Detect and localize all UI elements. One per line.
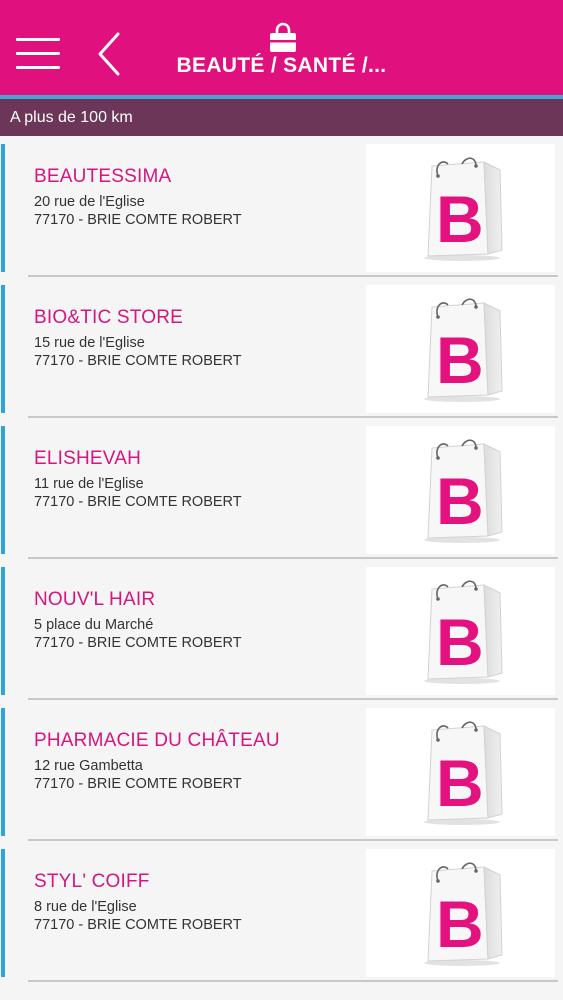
store-info[interactable]: BIO&TIC STORE 15 rue de l'Eglise 77170 -… xyxy=(28,285,360,413)
shopping-bag-logo-icon: B xyxy=(424,439,503,543)
store-list-item[interactable]: PHARMACIE DU CHÂTEAU 12 rue Gambetta 771… xyxy=(0,706,563,847)
store-name: NOUV'L HAIR xyxy=(34,589,156,610)
store-city: 77170 - BRIE COMTE ROBERT xyxy=(34,776,242,792)
item-divider xyxy=(28,557,558,559)
store-logo-letter: B xyxy=(436,746,484,820)
store-logo-thumbnail[interactable]: B xyxy=(366,849,555,977)
item-divider xyxy=(28,980,558,982)
store-list: BEAUTESSIMA 20 rue de l'Eglise 77170 - B… xyxy=(0,142,563,988)
store-street: 15 rue de l'Eglise xyxy=(34,335,145,351)
app-screen: BEAUTÉ / SANTÉ /... A plus de 100 km BEA… xyxy=(0,0,563,1000)
store-logo-thumbnail[interactable]: B xyxy=(366,144,555,272)
store-city: 77170 - BRIE COMTE ROBERT xyxy=(34,212,242,228)
item-accent-bar xyxy=(1,426,5,554)
item-divider xyxy=(28,839,558,841)
item-accent-bar xyxy=(1,849,5,977)
store-logo-letter: B xyxy=(436,323,484,397)
store-name: BIO&TIC STORE xyxy=(34,307,183,328)
store-info[interactable]: ELISHEVAH 11 rue de l'Eglise 77170 - BRI… xyxy=(28,426,360,554)
hamburger-menu-icon[interactable] xyxy=(16,36,60,72)
store-info[interactable]: PHARMACIE DU CHÂTEAU 12 rue Gambetta 771… xyxy=(28,708,360,836)
store-logo-letter: B xyxy=(436,605,484,679)
store-logo-thumbnail[interactable]: B xyxy=(366,708,555,836)
item-divider xyxy=(28,416,558,418)
shopping-bag-logo-icon: B xyxy=(424,721,503,825)
store-info[interactable]: STYL' COIFF 8 rue de l'Eglise 77170 - BR… xyxy=(28,849,360,977)
store-name: STYL' COIFF xyxy=(34,871,150,892)
store-list-item[interactable]: ELISHEVAH 11 rue de l'Eglise 77170 - BRI… xyxy=(0,424,563,565)
store-logo-thumbnail[interactable]: B xyxy=(366,426,555,554)
store-street: 11 rue de l'Eglise xyxy=(34,476,144,492)
store-street: 5 place du Marché xyxy=(34,617,154,633)
store-logo-letter: B xyxy=(436,887,484,961)
shopping-bag-logo-icon: B xyxy=(424,862,503,966)
item-divider xyxy=(28,275,558,277)
top-app-bar: BEAUTÉ / SANTÉ /... xyxy=(0,0,563,95)
page-title: BEAUTÉ / SANTÉ /... xyxy=(176,54,387,77)
store-info[interactable]: BEAUTESSIMA 20 rue de l'Eglise 77170 - B… xyxy=(28,144,360,272)
store-logo-letter: B xyxy=(436,464,484,538)
store-list-item[interactable]: BIO&TIC STORE 15 rue de l'Eglise 77170 -… xyxy=(0,283,563,424)
shopping-bag-logo-icon: B xyxy=(424,298,503,402)
shopping-bag-logo-icon: B xyxy=(424,157,503,261)
item-accent-bar xyxy=(1,285,5,413)
item-accent-bar xyxy=(1,567,5,695)
item-divider xyxy=(28,698,558,700)
store-list-item[interactable]: BEAUTESSIMA 20 rue de l'Eglise 77170 - B… xyxy=(0,142,563,283)
store-street: 12 rue Gambetta xyxy=(34,758,143,774)
store-name: ELISHEVAH xyxy=(34,448,142,469)
store-city: 77170 - BRIE COMTE ROBERT xyxy=(34,917,242,933)
store-list-item[interactable]: STYL' COIFF 8 rue de l'Eglise 77170 - BR… xyxy=(0,847,563,988)
store-street: 8 rue de l'Eglise xyxy=(34,899,137,915)
distance-label: A plus de 100 km xyxy=(10,109,133,126)
shopping-bag-icon xyxy=(267,22,299,54)
shopping-bag-logo-icon: B xyxy=(424,580,503,684)
store-name: BEAUTESSIMA xyxy=(34,166,172,187)
store-logo-thumbnail[interactable]: B xyxy=(366,567,555,695)
store-city: 77170 - BRIE COMTE ROBERT xyxy=(34,635,242,651)
store-list-item[interactable]: NOUV'L HAIR 5 place du Marché 77170 - BR… xyxy=(0,565,563,706)
store-street: 20 rue de l'Eglise xyxy=(34,194,145,210)
item-accent-bar xyxy=(1,144,5,272)
item-accent-bar xyxy=(1,708,5,836)
store-city: 77170 - BRIE COMTE ROBERT xyxy=(34,353,242,369)
store-logo-thumbnail[interactable]: B xyxy=(366,285,555,413)
distance-section-header: A plus de 100 km xyxy=(0,99,563,136)
store-logo-letter: B xyxy=(436,182,484,256)
chevron-left-icon[interactable] xyxy=(94,30,128,78)
store-info[interactable]: NOUV'L HAIR 5 place du Marché 77170 - BR… xyxy=(28,567,360,695)
store-name: PHARMACIE DU CHÂTEAU xyxy=(34,730,280,751)
store-city: 77170 - BRIE COMTE ROBERT xyxy=(34,494,242,510)
